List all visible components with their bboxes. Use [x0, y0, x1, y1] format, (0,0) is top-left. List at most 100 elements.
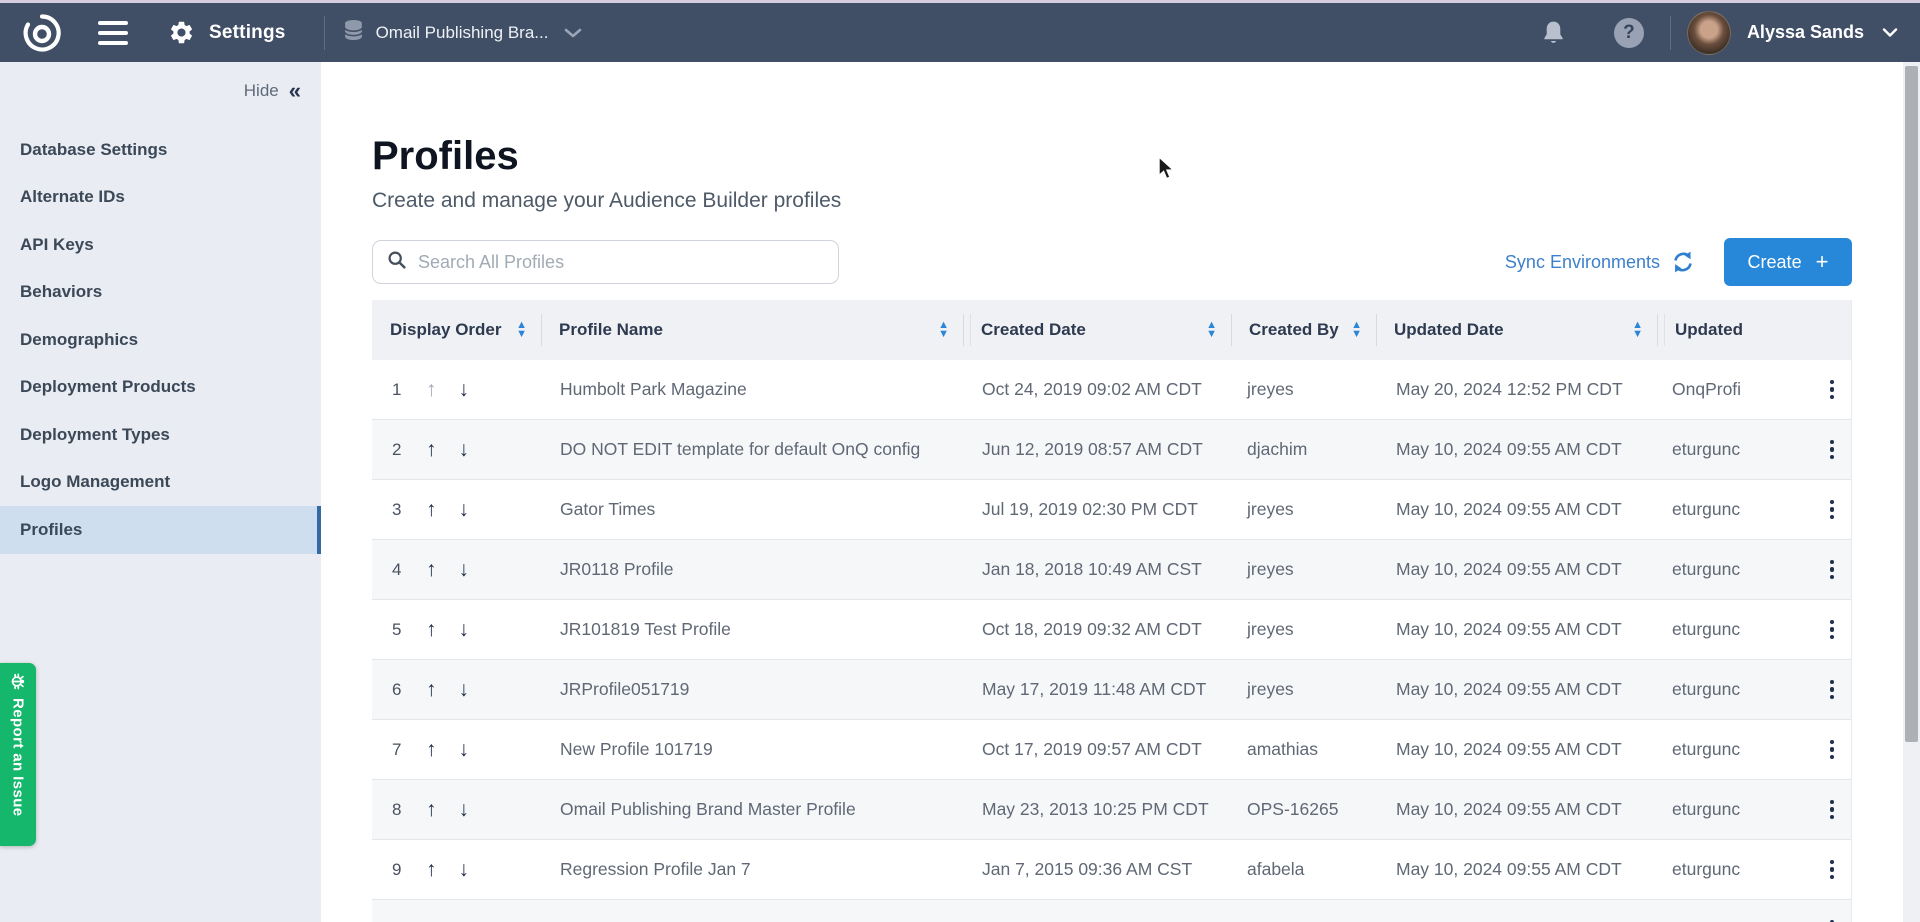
row-actions-kebab-button[interactable] — [1826, 736, 1839, 764]
row-actions-kebab-button[interactable] — [1826, 856, 1839, 884]
move-up-arrow-button[interactable]: ↑ — [424, 677, 439, 702]
move-down-arrow-button[interactable]: ↓ — [457, 557, 472, 582]
move-down-arrow-button[interactable]: ↓ — [457, 437, 472, 462]
sidebar-item[interactable]: Deployment Products — [0, 364, 321, 412]
profile-name-cell: JRProfile051719 — [541, 660, 963, 719]
row-actions-kebab-button[interactable] — [1826, 496, 1839, 524]
user-menu-chevron-down-icon[interactable] — [1882, 28, 1898, 37]
sidebar-item[interactable]: Deployment Types — [0, 411, 321, 459]
move-down-arrow-button[interactable]: ↓ — [457, 497, 472, 522]
table-row: 2 ↑ ↓ DO NOT EDIT template for default O… — [372, 420, 1851, 480]
created-date-cell: Oct 17, 2019 09:57 AM CDT — [963, 720, 1231, 779]
row-actions-kebab-button[interactable] — [1826, 616, 1839, 644]
user-avatar[interactable] — [1687, 11, 1731, 55]
help-icon[interactable]: ? — [1614, 18, 1644, 48]
display-order-cell: 4 ↑ ↓ — [372, 540, 541, 599]
created-by-cell: jreyes — [1231, 900, 1376, 922]
row-actions-kebab-button[interactable] — [1826, 916, 1839, 922]
sidebar-item[interactable]: Alternate IDs — [0, 174, 321, 222]
column-header-updated[interactable]: Updated — [1657, 300, 1852, 360]
created-date-cell: Jun 12, 2019 08:57 AM CDT — [963, 420, 1231, 479]
table-row: 1 ↑ ↓ Humbolt Park Magazine Oct 24, 2019… — [372, 360, 1851, 420]
sidebar-hide-button[interactable]: Hide « — [244, 80, 301, 102]
scrollbar-thumb[interactable] — [1905, 66, 1918, 742]
row-actions-kebab-button[interactable] — [1826, 436, 1839, 464]
notifications-bell-icon[interactable] — [1539, 18, 1568, 47]
sync-environments-link[interactable]: Sync Environments — [1505, 250, 1696, 274]
sort-arrows-icon[interactable]: ▲▼ — [1206, 321, 1217, 339]
created-date-cell: Oct 24, 2019 09:02 AM CDT — [963, 360, 1231, 419]
sync-icon — [1670, 250, 1696, 274]
sidebar-item[interactable]: Logo Management — [0, 459, 321, 507]
move-down-arrow-button[interactable]: ↓ — [457, 677, 472, 702]
row-actions-kebab-button[interactable] — [1826, 676, 1839, 704]
row-order-number: 8 — [392, 800, 416, 820]
column-header-created-by[interactable]: Created By ▲▼ — [1231, 300, 1376, 360]
created-by-cell: djachim — [1231, 420, 1376, 479]
move-down-arrow-button[interactable]: ↓ — [457, 377, 472, 402]
sort-arrows-icon[interactable]: ▲▼ — [1351, 321, 1362, 339]
sidebar-item-label: Deployment Products — [20, 377, 196, 397]
hamburger-menu-icon[interactable] — [98, 21, 128, 45]
sidebar-item[interactable]: Profiles — [0, 506, 321, 554]
topbar-divider — [324, 16, 325, 50]
sort-arrows-icon[interactable]: ▲▼ — [1632, 321, 1643, 339]
row-actions-kebab-button[interactable] — [1826, 376, 1839, 404]
report-issue-tab[interactable]: Report an Issue — [0, 663, 36, 846]
created-date-cell: Nov 12, 2019 11:08 AM CST — [963, 900, 1231, 922]
move-down-arrow-button[interactable]: ↓ — [457, 857, 472, 882]
sidebar-item[interactable]: Behaviors — [0, 269, 321, 317]
move-down-arrow-button[interactable]: ↓ — [457, 617, 472, 642]
column-header-profile-name[interactable]: Profile Name ▲▼ — [541, 300, 963, 360]
row-actions-kebab-button[interactable] — [1826, 556, 1839, 584]
move-up-arrow-button[interactable]: ↑ — [424, 497, 439, 522]
created-by-cell: jreyes — [1231, 660, 1376, 719]
app-logo-icon[interactable] — [22, 13, 62, 53]
updated-date-cell: May 10, 2024 09:55 AM CDT — [1376, 540, 1657, 599]
created-by-cell: jreyes — [1231, 540, 1376, 599]
column-header-updated-date[interactable]: Updated Date ▲▼ — [1376, 300, 1657, 360]
top-navigation-bar: Settings Omail Publishing Bra... — [0, 3, 1920, 62]
move-down-arrow-button[interactable]: ↓ — [457, 917, 472, 922]
table-row: 8 ↑ ↓ Omail Publishing Brand Master Prof… — [372, 780, 1851, 840]
column-header-display-order[interactable]: Display Order ▲▼ — [372, 300, 541, 360]
sidebar-item[interactable]: API Keys — [0, 221, 321, 269]
move-up-arrow-button[interactable]: ↑ — [424, 857, 439, 882]
move-up-arrow-button[interactable]: ↑ — [424, 617, 439, 642]
display-order-cell: 9 ↑ ↓ — [372, 840, 541, 899]
table-row: 10 ↑ ↓ Riis Park Cl Nov 12, 2019 11:08 A… — [372, 900, 1851, 922]
created-date-cell: May 17, 2019 11:48 AM CDT — [963, 660, 1231, 719]
column-header-created-date[interactable]: Created Date ▲▼ — [963, 300, 1231, 360]
updated-by-cell: eturgunc — [1657, 660, 1852, 719]
updated-by-cell: eturgunc — [1657, 480, 1852, 539]
move-up-arrow-button[interactable]: ↑ — [424, 557, 439, 582]
created-date-cell: Oct 18, 2019 09:32 AM CDT — [963, 600, 1231, 659]
sort-arrows-icon[interactable]: ▲▼ — [516, 321, 527, 339]
sidebar-item[interactable]: Demographics — [0, 316, 321, 364]
sort-arrows-icon[interactable]: ▲▼ — [938, 321, 949, 339]
search-icon — [387, 250, 407, 275]
updated-date-cell: May 20, 2024 12:55 PM CDT — [1376, 900, 1657, 922]
updated-date-cell: May 10, 2024 09:55 AM CDT — [1376, 420, 1657, 479]
updated-by-cell: eturgunc — [1657, 600, 1852, 659]
vertical-scrollbar[interactable] — [1903, 62, 1920, 922]
toolbar: Sync Environments Create + — [372, 238, 1852, 286]
move-up-arrow-button[interactable]: ↑ — [424, 797, 439, 822]
display-order-cell: 2 ↑ ↓ — [372, 420, 541, 479]
move-down-arrow-button[interactable]: ↓ — [457, 797, 472, 822]
search-input[interactable] — [418, 252, 824, 273]
create-button[interactable]: Create + — [1724, 238, 1852, 286]
row-actions-kebab-button[interactable] — [1826, 796, 1839, 824]
updated-by-cell: eturgunc — [1657, 720, 1852, 779]
move-up-arrow-button[interactable]: ↑ — [424, 437, 439, 462]
move-up-arrow-button[interactable]: ↑ — [424, 917, 439, 922]
brand-selector-dropdown[interactable]: Omail Publishing Bra... — [343, 19, 583, 47]
move-up-arrow-button[interactable]: ↑ — [424, 377, 439, 402]
move-up-arrow-button[interactable]: ↑ — [424, 737, 439, 762]
sidebar-item[interactable]: Database Settings — [0, 126, 321, 174]
updated-date-cell: May 20, 2024 12:52 PM CDT — [1376, 360, 1657, 419]
created-by-cell: OPS-16265 — [1231, 780, 1376, 839]
profile-name-cell: Omail Publishing Brand Master Profile — [541, 780, 963, 839]
move-down-arrow-button[interactable]: ↓ — [457, 737, 472, 762]
table-header-row: Display Order ▲▼ Profile Name ▲▼ Created… — [372, 300, 1851, 360]
